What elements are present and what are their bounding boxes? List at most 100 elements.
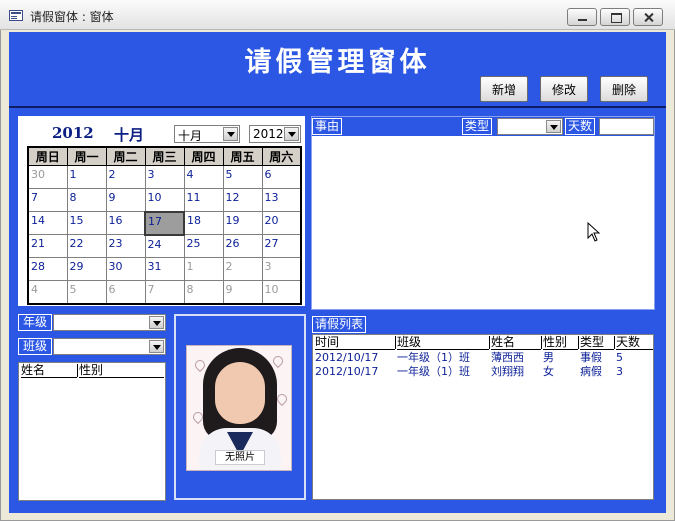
delete-button[interactable]: 删除 bbox=[600, 76, 648, 102]
calendar-day-selected[interactable]: 17 bbox=[144, 210, 185, 236]
leave-col-name[interactable]: 姓名 bbox=[491, 335, 541, 350]
calendar-day[interactable]: 30 bbox=[27, 165, 68, 189]
reason-panel: 事由 类型 天数 bbox=[311, 116, 655, 310]
calendar-day[interactable]: 28 bbox=[27, 257, 68, 281]
heart-icon bbox=[270, 353, 286, 369]
calendar-day[interactable]: 31 bbox=[144, 257, 185, 281]
days-input[interactable] bbox=[599, 118, 654, 135]
photo-face bbox=[215, 362, 265, 424]
calendar-day[interactable]: 9 bbox=[105, 188, 146, 212]
month-select[interactable]: 十月 bbox=[174, 125, 240, 143]
calendar-day[interactable]: 11 bbox=[183, 188, 224, 212]
calendar-day[interactable]: 23 bbox=[105, 234, 146, 258]
calendar-day[interactable]: 30 bbox=[105, 257, 146, 281]
calendar-day[interactable]: 7 bbox=[27, 188, 68, 212]
calendar-day[interactable]: 8 bbox=[183, 280, 224, 304]
class-select[interactable] bbox=[53, 338, 166, 355]
calendar-day[interactable]: 4 bbox=[183, 165, 224, 189]
year-select[interactable]: 2012 bbox=[249, 125, 301, 143]
calendar-day[interactable]: 15 bbox=[66, 211, 107, 235]
calendar-day[interactable]: 10 bbox=[261, 280, 302, 304]
leave-row[interactable]: 2012/10/17 一年级（1）班 刘翔翔 女 病假 3 bbox=[313, 365, 653, 379]
calendar-week-row: 30 1 2 3 4 5 6 bbox=[27, 165, 302, 189]
days-label: 天数 bbox=[565, 118, 596, 135]
column-divider[interactable] bbox=[395, 336, 396, 349]
calendar-day[interactable]: 9 bbox=[222, 280, 263, 304]
leave-cell-days: 3 bbox=[616, 365, 623, 378]
edit-button[interactable]: 修改 bbox=[540, 76, 588, 102]
student-col-gender[interactable]: 性别 bbox=[79, 363, 164, 378]
calendar-day[interactable]: 26 bbox=[222, 234, 263, 258]
reason-label: 事由 bbox=[312, 118, 343, 135]
column-divider[interactable] bbox=[541, 336, 542, 349]
maximize-button[interactable] bbox=[600, 8, 630, 26]
leave-list[interactable]: 时间 班级 姓名 性别 类型 天数 2012/10/17 一年级（1）班 薄西西 男 事… bbox=[312, 334, 654, 500]
chevron-down-icon[interactable] bbox=[149, 316, 164, 329]
calendar-day[interactable]: 5 bbox=[222, 165, 263, 189]
calendar-control[interactable]: 2012 十月 十月 2012 周日 周一 周二 周三 周四 周五 周六 30 1 2 3 4 5 6 7… bbox=[18, 116, 305, 306]
calendar-day[interactable]: 4 bbox=[27, 280, 68, 304]
month-select-value: 十月 bbox=[178, 129, 203, 143]
minimize-button[interactable] bbox=[567, 8, 597, 26]
calendar-day[interactable]: 8 bbox=[66, 188, 107, 212]
calendar-week-row: 21 22 23 24 25 26 27 bbox=[27, 234, 302, 258]
type-select[interactable] bbox=[497, 118, 563, 135]
calendar-day[interactable]: 10 bbox=[144, 188, 185, 212]
leave-row[interactable]: 2012/10/17 一年级（1）班 薄西西 男 事假 5 bbox=[313, 351, 653, 365]
calendar-day[interactable]: 21 bbox=[27, 234, 68, 258]
close-button[interactable] bbox=[633, 8, 663, 26]
add-button[interactable]: 新增 bbox=[480, 76, 528, 102]
calendar-day[interactable]: 20 bbox=[261, 211, 302, 235]
leave-col-time[interactable]: 时间 bbox=[315, 335, 395, 350]
chevron-down-icon[interactable] bbox=[284, 127, 299, 141]
leave-cell-days: 5 bbox=[616, 351, 623, 364]
type-label: 类型 bbox=[462, 118, 493, 135]
column-divider[interactable] bbox=[77, 364, 78, 377]
calendar-day[interactable]: 27 bbox=[261, 234, 302, 258]
weekday-header: 周二 bbox=[105, 146, 146, 166]
calendar-day[interactable]: 29 bbox=[66, 257, 107, 281]
calendar-month-heading: 十月 bbox=[114, 126, 145, 144]
calendar-day[interactable]: 14 bbox=[27, 211, 68, 235]
calendar-day[interactable]: 1 bbox=[66, 165, 107, 189]
calendar-day[interactable]: 6 bbox=[105, 280, 146, 304]
window-title: 请假窗体 : 窗体 bbox=[30, 10, 114, 24]
leave-cell-name: 薄西西 bbox=[491, 351, 524, 364]
calendar-day[interactable]: 1 bbox=[183, 257, 224, 281]
calendar-day[interactable]: 7 bbox=[144, 280, 185, 304]
calendar-day[interactable]: 2 bbox=[222, 257, 263, 281]
weekday-header: 周六 bbox=[261, 146, 302, 166]
chevron-down-icon[interactable] bbox=[223, 127, 238, 141]
leave-col-days[interactable]: 天数 bbox=[616, 335, 653, 350]
calendar-day[interactable]: 18 bbox=[183, 211, 224, 235]
calendar-day[interactable]: 16 bbox=[105, 211, 146, 235]
calendar-day[interactable]: 13 bbox=[261, 188, 302, 212]
calendar-day[interactable]: 5 bbox=[66, 280, 107, 304]
grade-select[interactable] bbox=[53, 314, 166, 331]
window-titlebar[interactable]: 请假窗体 : 窗体 bbox=[0, 0, 675, 30]
student-col-name[interactable]: 姓名 bbox=[21, 363, 77, 378]
calendar-day[interactable]: 3 bbox=[261, 257, 302, 281]
calendar-day[interactable]: 2 bbox=[105, 165, 146, 189]
chevron-down-icon[interactable] bbox=[149, 340, 164, 353]
column-divider[interactable] bbox=[578, 336, 579, 349]
calendar-day[interactable]: 6 bbox=[261, 165, 302, 189]
calendar-day[interactable]: 25 bbox=[183, 234, 224, 258]
reason-textarea[interactable] bbox=[312, 136, 654, 309]
calendar-day[interactable]: 19 bbox=[222, 211, 263, 235]
chevron-down-icon[interactable] bbox=[546, 120, 561, 133]
calendar-day[interactable]: 22 bbox=[66, 234, 107, 258]
leave-col-gender[interactable]: 性别 bbox=[543, 335, 578, 350]
calendar-day[interactable]: 24 bbox=[144, 234, 185, 258]
calendar-day[interactable]: 3 bbox=[144, 165, 185, 189]
column-divider[interactable] bbox=[489, 336, 490, 349]
leave-cell-gender: 男 bbox=[543, 351, 554, 364]
leave-col-class[interactable]: 班级 bbox=[397, 335, 489, 350]
leave-cell-type: 事假 bbox=[580, 351, 602, 364]
calendar-days: 30 1 2 3 4 5 6 7 8 9 10 11 12 13 14 15 16 17 18 19 20 21 22 23 2… bbox=[27, 165, 302, 304]
leave-col-type[interactable]: 类型 bbox=[580, 335, 614, 350]
calendar-day[interactable]: 12 bbox=[222, 188, 263, 212]
student-list[interactable]: 姓名 性别 bbox=[18, 362, 166, 501]
column-divider[interactable] bbox=[614, 336, 615, 349]
class-label: 班级 bbox=[18, 338, 52, 355]
